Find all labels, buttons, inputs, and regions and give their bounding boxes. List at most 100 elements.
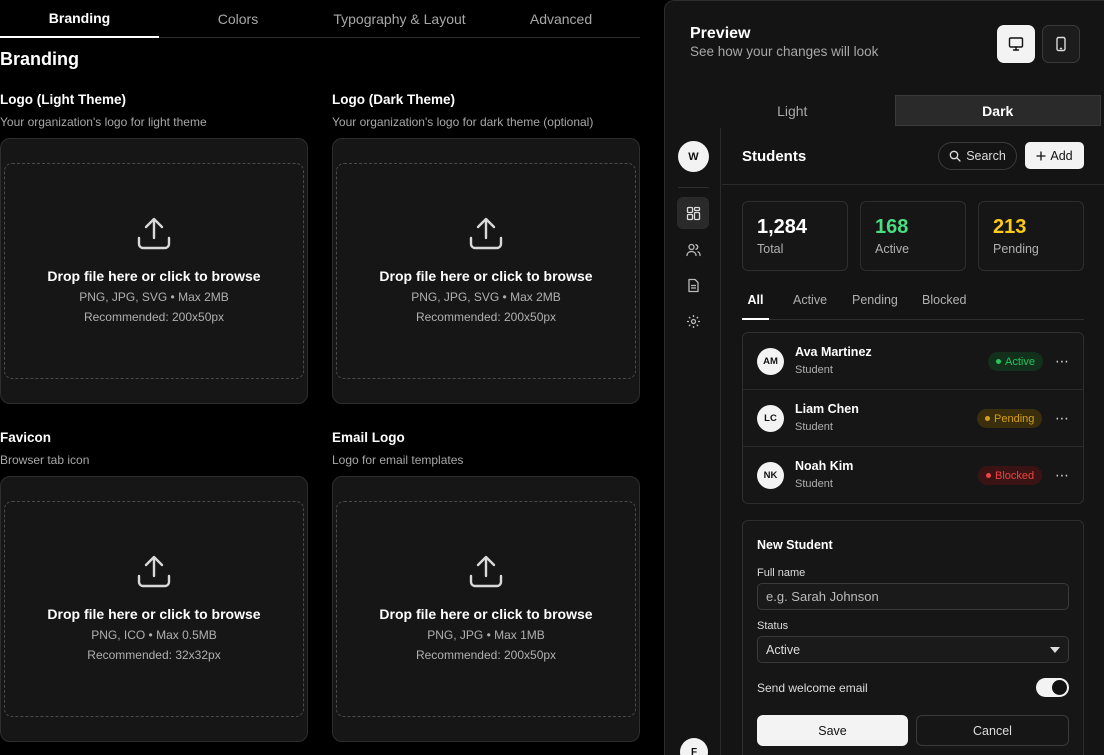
status-badge: Blocked — [978, 466, 1043, 485]
more-options-icon[interactable]: ⋯ — [1054, 465, 1070, 485]
status-label: Status — [757, 620, 789, 632]
toggle-knob — [1052, 680, 1067, 695]
caret-down-icon — [1050, 647, 1060, 653]
student-name: Liam Chen — [795, 402, 859, 416]
stat-value: 1,284 — [757, 216, 808, 238]
dropzone-title: Drop file here or click to browse — [47, 606, 261, 622]
mobile-view-button[interactable] — [1042, 25, 1080, 63]
dropzone-recommended: Recommended: 32x32px — [87, 648, 221, 662]
status-label: Blocked — [995, 469, 1035, 482]
dropzone-title: Drop file here or click to browse — [379, 606, 593, 622]
add-button[interactable]: Add — [1025, 142, 1084, 169]
status-select-value: Active — [766, 642, 801, 657]
stat-label: Pending — [993, 242, 1039, 256]
save-button[interactable]: Save — [757, 715, 908, 746]
filter-active[interactable]: Active — [793, 293, 827, 320]
logo-dark-dropzone[interactable]: Drop file here or click to browse PNG, J… — [336, 163, 636, 379]
list-item[interactable]: AM Ava Martinez Student Active ⋯ — [743, 333, 1083, 390]
status-dot — [985, 416, 990, 421]
filter-pending[interactable]: Pending — [852, 293, 898, 320]
sidebar-item-dashboard[interactable] — [677, 197, 709, 229]
avatar: AM — [757, 348, 784, 375]
settings-icon — [686, 314, 700, 328]
status-label: Pending — [994, 412, 1035, 425]
document-icon — [687, 278, 699, 292]
upload-icon — [469, 555, 503, 588]
favicon-dropzone[interactable]: Drop file here or click to browse PNG, I… — [4, 501, 304, 717]
email-logo-help: Logo for email templates — [332, 453, 464, 467]
list-item[interactable]: NK Noah Kim Student Blocked ⋯ — [743, 447, 1083, 504]
preview-subtitle: See how your changes will look — [690, 44, 879, 59]
sidebar-item-settings[interactable] — [677, 305, 709, 337]
org-avatar[interactable]: W — [678, 141, 709, 172]
dropzone-formats: PNG, JPG, SVG • Max 2MB — [79, 290, 229, 304]
sidebar-divider — [678, 187, 709, 188]
settings-panel: Branding Colors Typography & Layout Adva… — [0, 0, 640, 755]
mini-main: Students Search Add 1,284 Total 168 Acti… — [722, 128, 1104, 755]
desktop-view-button[interactable] — [997, 25, 1035, 63]
mobile-icon — [1056, 36, 1066, 52]
tab-colors[interactable]: Colors — [159, 0, 317, 38]
search-button[interactable]: Search — [938, 142, 1017, 170]
mode-dark[interactable]: Dark — [894, 95, 1101, 126]
tab-branding[interactable]: Branding — [0, 0, 159, 38]
search-icon — [949, 150, 961, 162]
logo-dark-help: Your organization's logo for dark theme … — [332, 115, 594, 129]
student-role: Student — [795, 421, 833, 433]
dropzone-recommended: Recommended: 200x50px — [415, 648, 557, 662]
tab-advanced[interactable]: Advanced — [482, 0, 640, 38]
avatar: NK — [757, 462, 784, 489]
email-logo-label: Email Logo — [332, 430, 405, 445]
stat-label: Total — [757, 242, 784, 256]
student-role: Student — [795, 478, 833, 490]
logo-light-card: Drop file here or click to browse PNG, J… — [0, 138, 308, 404]
form-title: New Student — [757, 538, 833, 552]
mini-sidebar: W F — [665, 128, 721, 755]
filter-blocked[interactable]: Blocked — [922, 293, 966, 320]
preview-title: Preview — [690, 25, 751, 42]
filter-tabs: All Active Pending Blocked — [742, 293, 1084, 320]
new-student-form: New Student Full name Status Active Send… — [742, 520, 1084, 755]
status-badge: Active — [988, 352, 1043, 371]
more-options-icon[interactable]: ⋯ — [1054, 351, 1070, 371]
welcome-email-label: Send welcome email — [757, 681, 868, 695]
dropzone-title: Drop file here or click to browse — [379, 268, 593, 284]
logo-dark-label: Logo (Dark Theme) — [332, 92, 456, 107]
preview-panel: Preview See how your changes will look L… — [664, 0, 1104, 755]
desktop-icon — [1008, 37, 1024, 51]
status-dot — [986, 473, 991, 478]
logo-light-dropzone[interactable]: Drop file here or click to browse PNG, J… — [4, 163, 304, 379]
filter-all[interactable]: All — [742, 293, 769, 320]
welcome-email-toggle[interactable] — [1036, 678, 1069, 697]
dropzone-formats: PNG, JPG • Max 1MB — [427, 628, 545, 642]
user-avatar[interactable]: F — [680, 738, 708, 755]
logo-dark-card: Drop file here or click to browse PNG, J… — [332, 138, 640, 404]
full-name-input[interactable] — [757, 583, 1069, 610]
users-icon — [685, 243, 701, 256]
logo-light-help: Your organization's logo for light theme — [0, 115, 207, 129]
upload-icon — [137, 217, 171, 250]
email-logo-dropzone[interactable]: Drop file here or click to browse PNG, J… — [336, 501, 636, 717]
dropzone-title: Drop file here or click to browse — [47, 268, 261, 284]
status-badge: Pending — [977, 409, 1043, 428]
search-label: Search — [966, 149, 1006, 163]
upload-icon — [469, 217, 503, 250]
dropzone-recommended: Recommended: 200x50px — [83, 310, 225, 324]
section-title: Branding — [0, 49, 79, 69]
status-label: Active — [1005, 355, 1035, 368]
sidebar-item-documents[interactable] — [677, 269, 709, 301]
sidebar-item-users[interactable] — [677, 233, 709, 265]
add-label: Add — [1050, 148, 1073, 163]
mode-light[interactable]: Light — [690, 95, 895, 126]
cancel-button[interactable]: Cancel — [916, 715, 1069, 746]
status-select[interactable]: Active — [757, 636, 1069, 663]
upload-icon — [137, 555, 171, 588]
dashboard-icon — [686, 206, 700, 220]
more-options-icon[interactable]: ⋯ — [1054, 408, 1070, 428]
student-role: Student — [795, 364, 833, 376]
list-item[interactable]: LC Liam Chen Student Pending ⋯ — [743, 390, 1083, 447]
email-logo-card: Drop file here or click to browse PNG, J… — [332, 476, 640, 742]
dropzone-recommended: Recommended: 200x50px — [415, 310, 557, 324]
student-name: Noah Kim — [795, 459, 854, 473]
tab-typography-layout[interactable]: Typography & Layout — [317, 0, 482, 38]
